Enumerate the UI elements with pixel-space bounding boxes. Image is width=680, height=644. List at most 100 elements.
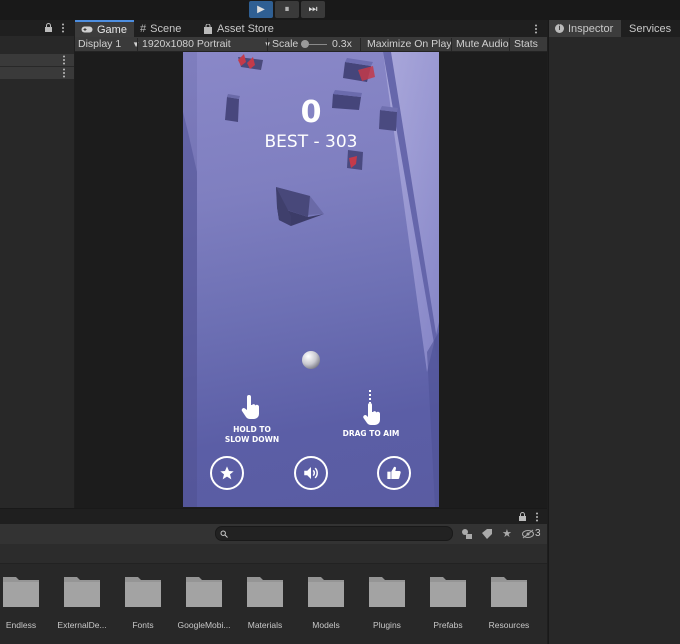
- scale-value: 0.3x: [332, 38, 352, 50]
- mute-audio-toggle[interactable]: Mute Audio: [456, 37, 509, 52]
- folder-item[interactable]: ExternalDe...: [52, 571, 112, 630]
- folder-icon: [186, 577, 222, 607]
- stats-toggle[interactable]: Stats: [514, 37, 538, 52]
- display-value: Display 1: [78, 38, 122, 50]
- hint-hold-text: HOLD TO SLOW DOWN: [224, 425, 280, 444]
- hierarchy-row[interactable]: [0, 67, 74, 79]
- folder-item[interactable]: Materials: [235, 571, 295, 630]
- tab-services-label: Services: [629, 22, 672, 35]
- play-icon: ▶: [257, 4, 265, 15]
- tab-scene-label: Scene: [150, 22, 182, 35]
- folder-icon: [247, 577, 283, 607]
- hierarchy-tabbar: [0, 20, 74, 36]
- display-dropdown[interactable]: Display 1 ▼: [78, 37, 140, 52]
- more-menu-icon[interactable]: [534, 24, 538, 34]
- eye-hidden-icon[interactable]: [522, 529, 534, 539]
- folder-icon: [308, 577, 344, 607]
- best-score-text: BEST - 303: [264, 132, 358, 152]
- player-ball: [302, 351, 320, 369]
- more-menu-icon[interactable]: [62, 68, 66, 78]
- like-button[interactable]: [377, 456, 411, 490]
- project-panel: ★ 3 Endless ExternalDe... Fonts GoogleMo…: [0, 508, 547, 644]
- more-menu-icon[interactable]: [62, 55, 66, 65]
- hierarchy-panel: [0, 20, 74, 508]
- tab-game[interactable]: Game: [75, 20, 134, 37]
- more-menu-icon[interactable]: [61, 23, 65, 33]
- folder-item[interactable]: Fonts: [113, 571, 173, 630]
- maximize-on-play-toggle[interactable]: Maximize On Play: [367, 37, 452, 52]
- rate-button[interactable]: [210, 456, 244, 490]
- divider: [137, 38, 138, 51]
- folder-label: Materials: [247, 620, 283, 630]
- folder-item[interactable]: Plugins: [357, 571, 417, 630]
- step-icon: ⏭: [308, 4, 318, 15]
- resolution-value: 1920x1080 Portrait: [142, 38, 231, 50]
- play-button[interactable]: ▶: [249, 1, 273, 18]
- folder-item[interactable]: Models: [296, 571, 356, 630]
- folder-label: Fonts: [132, 620, 154, 630]
- pause-icon: ⏸: [284, 4, 290, 15]
- main-toolbar: ▶ ⏸ ⏭: [0, 0, 680, 20]
- folder-item[interactable]: GoogleMobi...: [174, 571, 234, 630]
- divider: [509, 38, 510, 51]
- step-button[interactable]: ⏭: [301, 1, 325, 18]
- tab-inspector[interactable]: i Inspector: [549, 20, 621, 37]
- tab-asset-store-label: Asset Store: [217, 22, 274, 35]
- tab-inspector-label: Inspector: [568, 22, 614, 35]
- filter-by-type-icon[interactable]: [461, 528, 473, 540]
- resolution-dropdown[interactable]: 1920x1080 Portrait ▼: [142, 37, 272, 52]
- inspector-panel: i Inspector Services: [548, 20, 680, 644]
- hand-hold-icon: [241, 395, 259, 419]
- game-screen[interactable]: 0 BEST - 303 HOLD TO SLOW DOWN DRAG TO A…: [183, 52, 439, 507]
- obstacle-block: [276, 187, 324, 226]
- folder-item[interactable]: Resources: [479, 571, 539, 630]
- favorite-star-icon[interactable]: ★: [502, 527, 512, 540]
- grid-icon: #: [140, 22, 147, 35]
- star-icon: [220, 466, 234, 480]
- thumbs-up-icon: [387, 466, 401, 479]
- folder-item[interactable]: Endless: [0, 571, 51, 630]
- folder-icon: [491, 577, 527, 607]
- tab-game-label: Game: [97, 23, 127, 36]
- sound-button[interactable]: [294, 456, 328, 490]
- folder-label: Prefabs: [433, 620, 463, 630]
- folder-item[interactable]: Prefabs: [418, 571, 478, 630]
- lock-icon[interactable]: [518, 512, 527, 522]
- inspector-tabbar: i Inspector Services: [549, 20, 680, 37]
- obstacle-block: [238, 54, 263, 70]
- game-view-controls: Display 1 ▼ 1920x1080 Portrait ▼ Scale 0…: [75, 37, 547, 52]
- lock-icon[interactable]: [44, 23, 53, 33]
- scale-slider-handle[interactable]: [301, 40, 309, 48]
- hint-hold-to-slow-down: HOLD TO SLOW DOWN: [219, 425, 285, 445]
- divider: [267, 38, 268, 51]
- folder-icon: [369, 577, 405, 607]
- search-input[interactable]: [215, 526, 453, 541]
- folder-label: Endless: [5, 620, 37, 630]
- hierarchy-row[interactable]: [0, 54, 74, 66]
- more-menu-icon[interactable]: [535, 512, 539, 522]
- shopping-bag-icon: [204, 23, 212, 34]
- tab-asset-store[interactable]: Asset Store: [197, 20, 280, 37]
- obstacle-block: [347, 150, 363, 170]
- label-tag-icon[interactable]: [481, 528, 493, 540]
- folder-label: Resources: [488, 620, 530, 630]
- folder-label: Models: [312, 620, 340, 630]
- project-search-row: ★ 3: [0, 524, 547, 544]
- folder-icon: [430, 577, 466, 607]
- folder-icon: [125, 577, 161, 607]
- gamepad-icon: [81, 26, 93, 33]
- tab-services[interactable]: Services: [623, 20, 677, 37]
- divider: [451, 38, 452, 51]
- score-text: 0: [300, 95, 322, 130]
- hand-drag-icon: [363, 390, 380, 425]
- tab-scene[interactable]: # Scene: [134, 20, 187, 37]
- folder-label: ExternalDe...: [57, 620, 107, 630]
- divider: [360, 38, 361, 51]
- info-icon: i: [555, 24, 564, 33]
- pause-button[interactable]: ⏸: [275, 1, 299, 18]
- folder-label: Plugins: [373, 620, 401, 630]
- folder-icon: [3, 577, 39, 607]
- obstacle-block: [343, 58, 375, 82]
- game-tabbar: Game # Scene Asset Store: [75, 20, 547, 37]
- scale-label: Scale: [272, 38, 299, 50]
